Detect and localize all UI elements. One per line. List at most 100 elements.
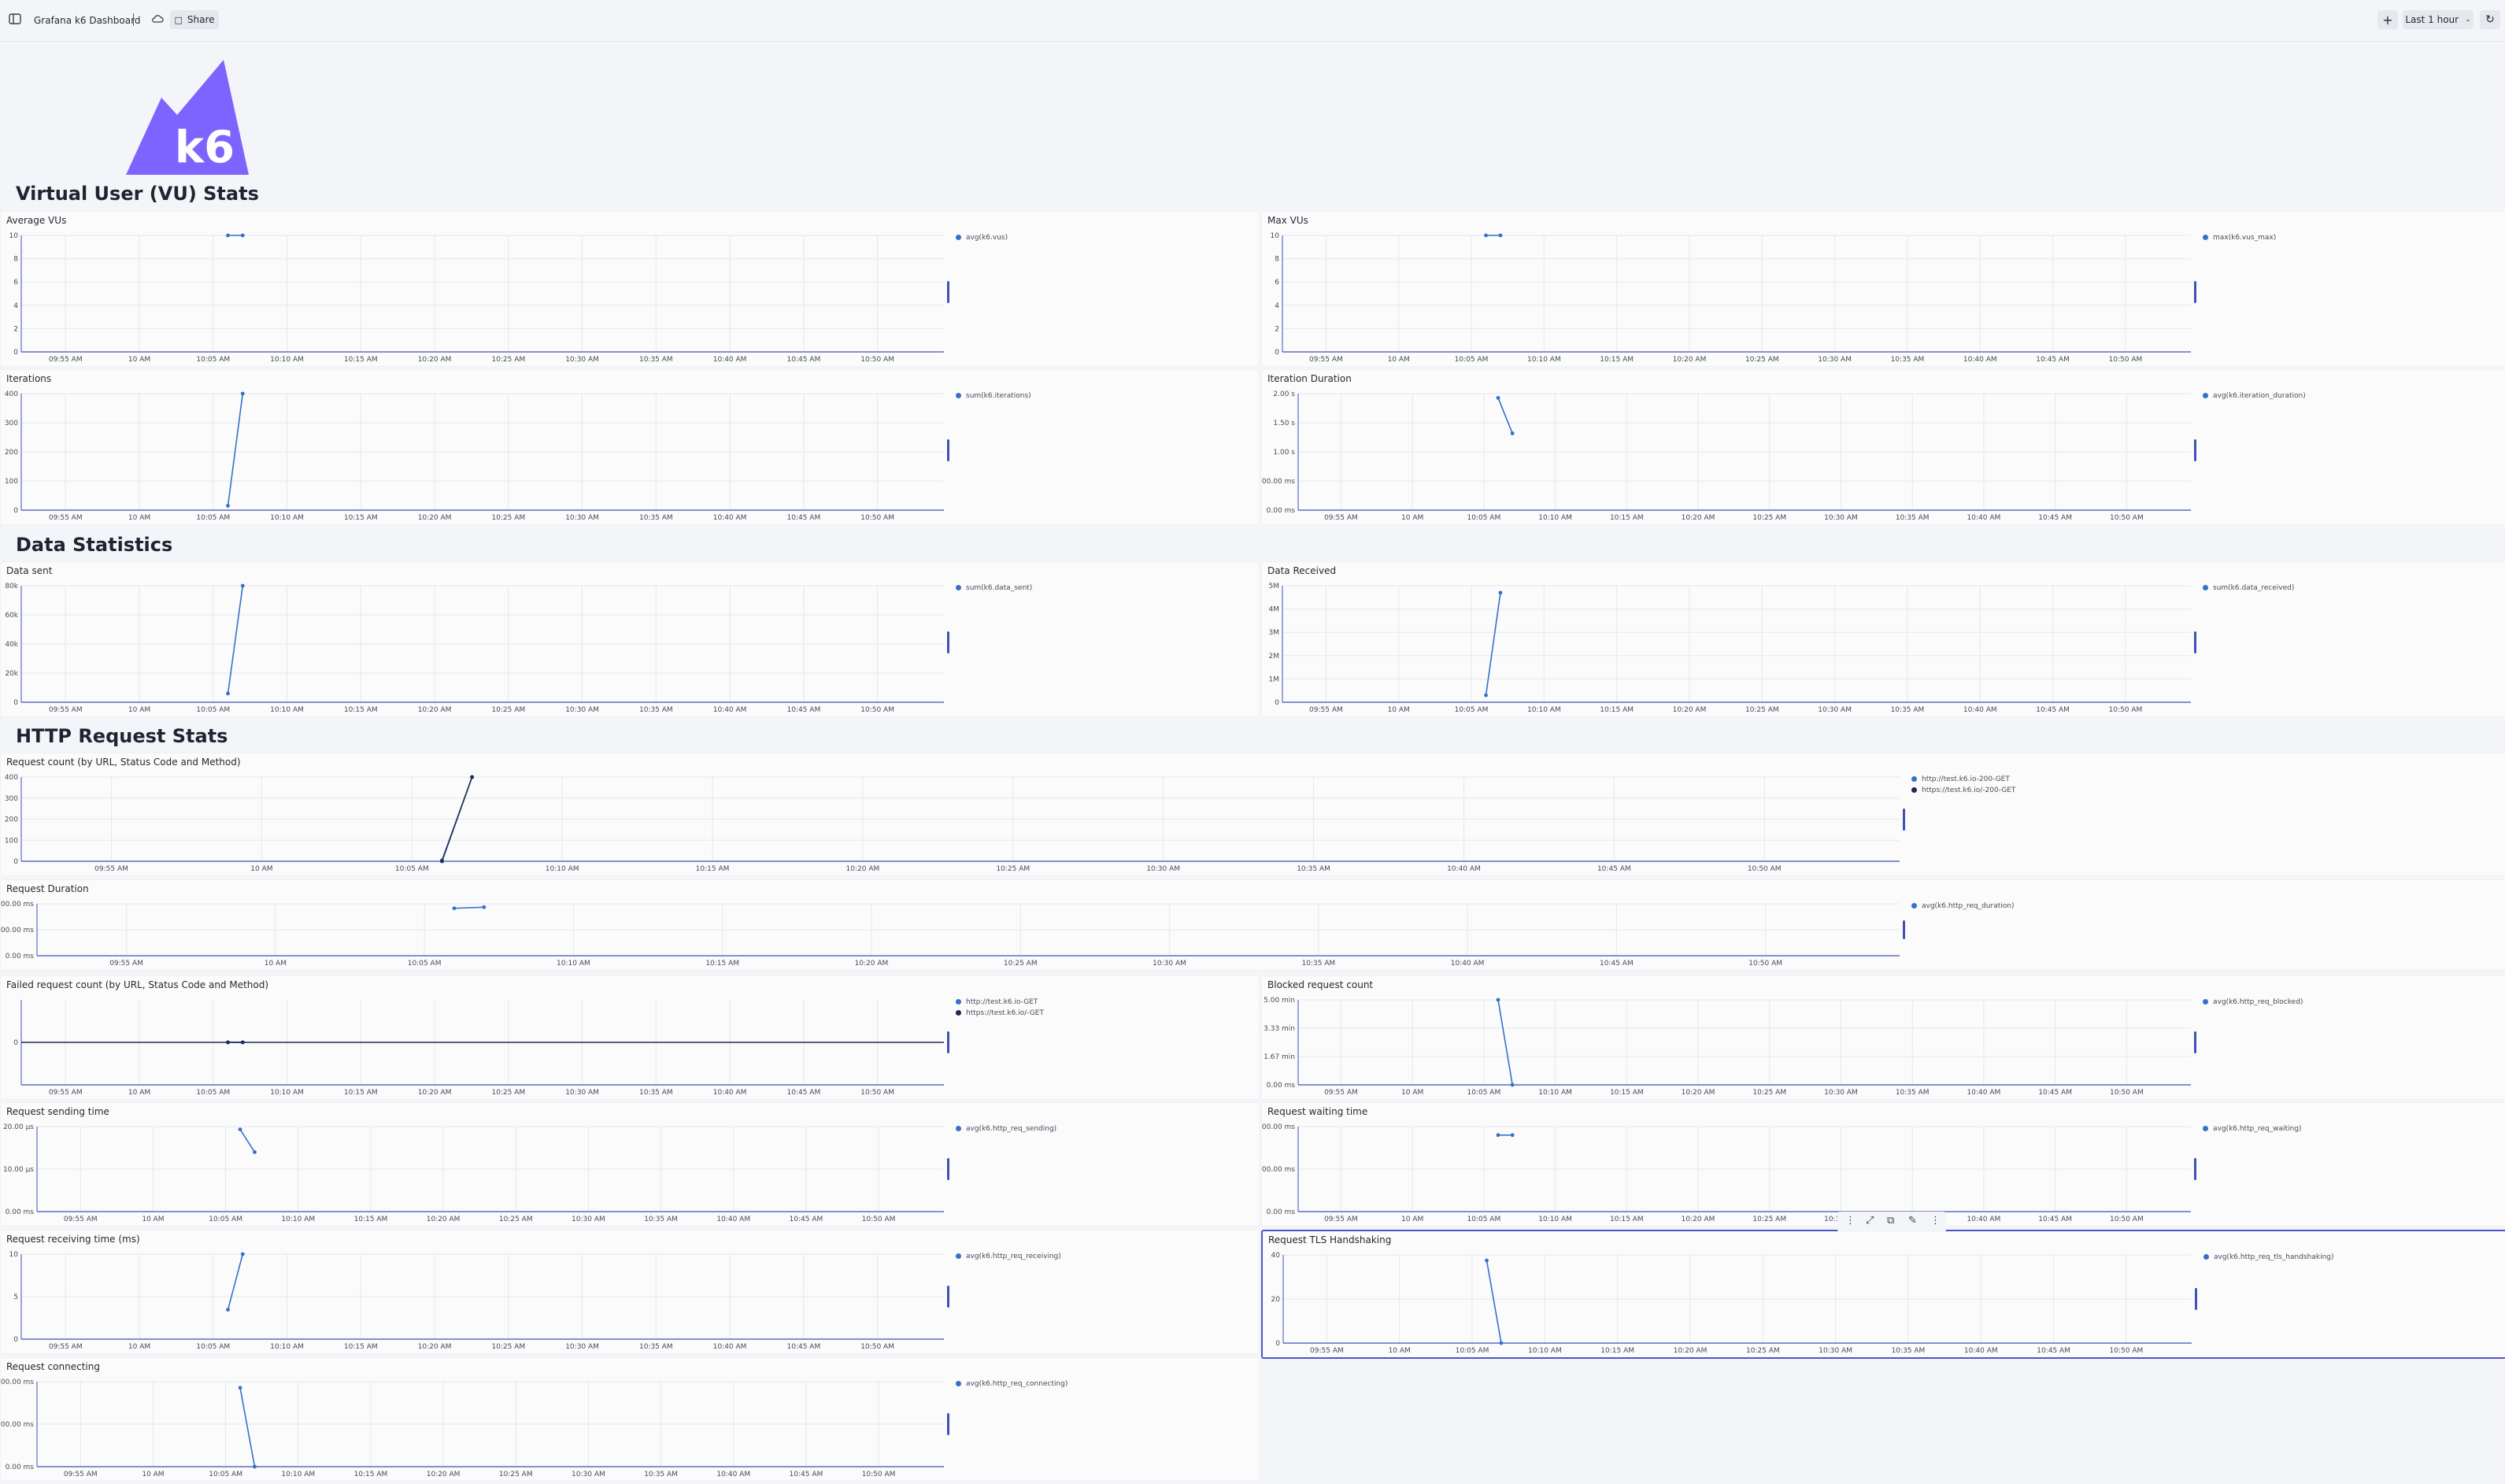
legend-scrollbar[interactable] (2194, 439, 2196, 461)
row-title-data-statistics[interactable]: Data Statistics (16, 534, 172, 556)
data-point[interactable] (1510, 1133, 1515, 1138)
x-tick-label: 10:25 AM (491, 1343, 525, 1351)
legend-scrollbar[interactable] (2195, 1288, 2197, 1310)
data-point[interactable] (226, 1308, 230, 1312)
legend-scrollbar[interactable] (2194, 281, 2196, 303)
data-point[interactable] (470, 775, 475, 779)
cloud-icon[interactable] (151, 14, 164, 26)
row-title-vu-stats[interactable]: Virtual User (VU) Stats (16, 183, 259, 205)
data-point[interactable] (1484, 233, 1488, 238)
legend-item[interactable]: https://test.k6.io/-200-GET (1911, 785, 2015, 796)
panel-data-received[interactable]: Data Received 5M 4M 3M 2M 1M 0 09:55 AM 10 AM 10:… (1261, 561, 2505, 717)
legend-item[interactable]: sum(k6.iterations) (956, 390, 1031, 402)
panel-iterations[interactable]: Iterations 400 300 200 100 0 09:55 AM 10 AM 10:0… (0, 369, 1260, 525)
legend-item[interactable]: max(k6.vus_max) (2203, 232, 2276, 243)
legend-item[interactable]: avg(k6.http_req_connecting) (956, 1379, 1067, 1390)
legend-scrollbar[interactable] (947, 281, 949, 303)
legend-item[interactable]: avg(k6.vus) (956, 232, 1008, 243)
series-line (239, 1129, 256, 1153)
data-point[interactable] (1496, 1133, 1500, 1138)
data-point[interactable] (226, 1040, 230, 1045)
legend-item[interactable]: avg(k6.http_req_blocked) (2203, 997, 2303, 1008)
data-point[interactable] (1496, 395, 1500, 400)
y-tick-label: 5M (1269, 583, 1280, 590)
legend-scrollbar[interactable] (947, 1031, 949, 1053)
legend-scrollbar[interactable] (2194, 1158, 2196, 1180)
data-point[interactable] (1499, 1341, 1504, 1345)
data-point[interactable] (482, 905, 487, 909)
x-tick-label: 10:35 AM (639, 1343, 673, 1351)
data-point[interactable] (238, 1127, 242, 1131)
data-point[interactable] (226, 691, 230, 696)
data-point[interactable] (1510, 1082, 1515, 1087)
data-point[interactable] (452, 906, 457, 911)
dashboard-title[interactable]: Grafana k6 Dashboard (34, 15, 140, 26)
data-point[interactable] (253, 1464, 257, 1469)
chart-legend: max(k6.vus_max) (2203, 232, 2276, 243)
legend-item[interactable]: sum(k6.data_received) (2203, 583, 2294, 594)
panel-request-duration[interactable]: Request Duration200.00 ms100.00 ms0.00 m… (0, 879, 2505, 971)
data-point[interactable] (1498, 590, 1503, 595)
row-title-http-request-stats[interactable]: HTTP Request Stats (16, 725, 228, 747)
panel-failed-request-count-by-url-status-code-and-method[interactable]: Failed request count (by URL, Status Cod… (0, 975, 1260, 1100)
legend-scrollbar[interactable] (947, 1413, 949, 1435)
data-point[interactable] (240, 583, 245, 588)
panel-request-sending-time[interactable]: Request sending time 20.00 µs 10.00 µs 0.00… (0, 1102, 1260, 1227)
data-point[interactable] (226, 504, 230, 508)
data-point[interactable] (240, 1252, 245, 1256)
legend-item[interactable]: http://test.k6.io-GET (956, 997, 1044, 1008)
data-point[interactable] (1498, 233, 1503, 238)
sidebar-toggle-icon[interactable] (9, 13, 21, 24)
time-range-picker[interactable]: Last 1 hour ⌄ (2403, 10, 2474, 29)
legend-scrollbar[interactable] (2194, 1031, 2196, 1053)
y-tick-label: 0 (1275, 1340, 1280, 1348)
legend-scrollbar[interactable] (947, 439, 949, 461)
panel-iteration-duration[interactable]: Iteration Duration2.00 s1.50 s1.00 s500.… (1261, 369, 2505, 525)
legend-item[interactable]: avg(k6.http_req_tls_handshaking) (2203, 1252, 2334, 1263)
legend-scrollbar[interactable] (947, 1158, 949, 1180)
panel-request-waiting-time[interactable]: Request waiting time200.00 ms100.00 ms0.… (1261, 1102, 2505, 1227)
panel-max-vus[interactable]: Max VUs 10 8 6 4 2 0 09:55 AM 10 AM 10:05 AM 10:10… (1261, 211, 2505, 367)
data-point[interactable] (240, 233, 245, 238)
legend-item[interactable]: avg(k6.http_req_duration) (1911, 901, 2014, 912)
expand-icon[interactable]: ⤢ (1866, 1215, 1874, 1227)
panel-request-tls-handshaking[interactable]: Request TLS Handshaking 40 20 0 09:55 AM 10 A… (1261, 1230, 2505, 1359)
legend-scrollbar[interactable] (1903, 920, 1905, 939)
share-button[interactable]: □ Share (170, 10, 219, 29)
legend-item[interactable]: avg(k6.http_req_receiving) (956, 1251, 1061, 1262)
data-point[interactable] (440, 859, 444, 864)
data-point[interactable] (240, 1040, 245, 1045)
legend-item[interactable]: http://test.k6.io-200-GET (1911, 774, 2015, 785)
data-point[interactable] (1485, 1258, 1489, 1263)
legend-scrollbar[interactable] (947, 1286, 949, 1308)
panel-data-sent[interactable]: Data sent 80k 60k 40k 20k 0 09:55 AM 10 AM 10:05… (0, 561, 1260, 717)
legend-scrollbar[interactable] (1903, 809, 1905, 831)
drag-handle-icon[interactable]: ⋮ (1845, 1215, 1856, 1227)
panel-request-count-by-url-status-code-and-method[interactable]: Request count (by URL, Status Code and M… (0, 753, 2505, 876)
panel-request-connecting[interactable]: Request connecting200.00 ms100.00 ms0.00… (0, 1357, 1260, 1482)
more-menu-icon[interactable]: ⋮ (1930, 1215, 1941, 1227)
data-point[interactable] (240, 391, 245, 396)
panel-average-vus[interactable]: Average VUs 10 8 6 4 2 0 09:55 AM 10 AM 10:05 AM 1… (0, 211, 1260, 367)
add-button[interactable]: + (2377, 10, 2398, 29)
panel-blocked-request-count[interactable]: Blocked request count 5.00 min 3.33 min 1.6… (1261, 975, 2505, 1100)
data-point[interactable] (1496, 997, 1500, 1002)
legend-item[interactable]: avg(k6.iteration_duration) (2203, 390, 2306, 402)
legend-item[interactable]: sum(k6.data_sent) (956, 583, 1032, 594)
legend-scrollbar[interactable] (947, 631, 949, 653)
data-point[interactable] (253, 1150, 257, 1154)
data-point[interactable] (1484, 693, 1488, 698)
data-point[interactable] (1510, 431, 1515, 435)
copy-icon[interactable]: ⧉ (1887, 1215, 1894, 1227)
legend-item[interactable]: https://test.k6.io/-GET (956, 1008, 1044, 1019)
refresh-button[interactable]: ↻ (2480, 10, 2500, 29)
x-tick-label: 09:55 AM (1324, 1089, 1358, 1097)
y-tick-label: 2.00 s (1273, 390, 1295, 398)
legend-scrollbar[interactable] (2194, 631, 2196, 653)
edit-icon[interactable]: ✎ (1908, 1215, 1917, 1227)
data-point[interactable] (226, 233, 230, 238)
legend-item[interactable]: avg(k6.http_req_waiting) (2203, 1123, 2301, 1134)
panel-request-receiving-time-ms[interactable]: Request receiving time (ms) 10 5 0 09:55 AM 1… (0, 1230, 1260, 1354)
data-point[interactable] (238, 1386, 242, 1390)
legend-item[interactable]: avg(k6.http_req_sending) (956, 1123, 1056, 1134)
